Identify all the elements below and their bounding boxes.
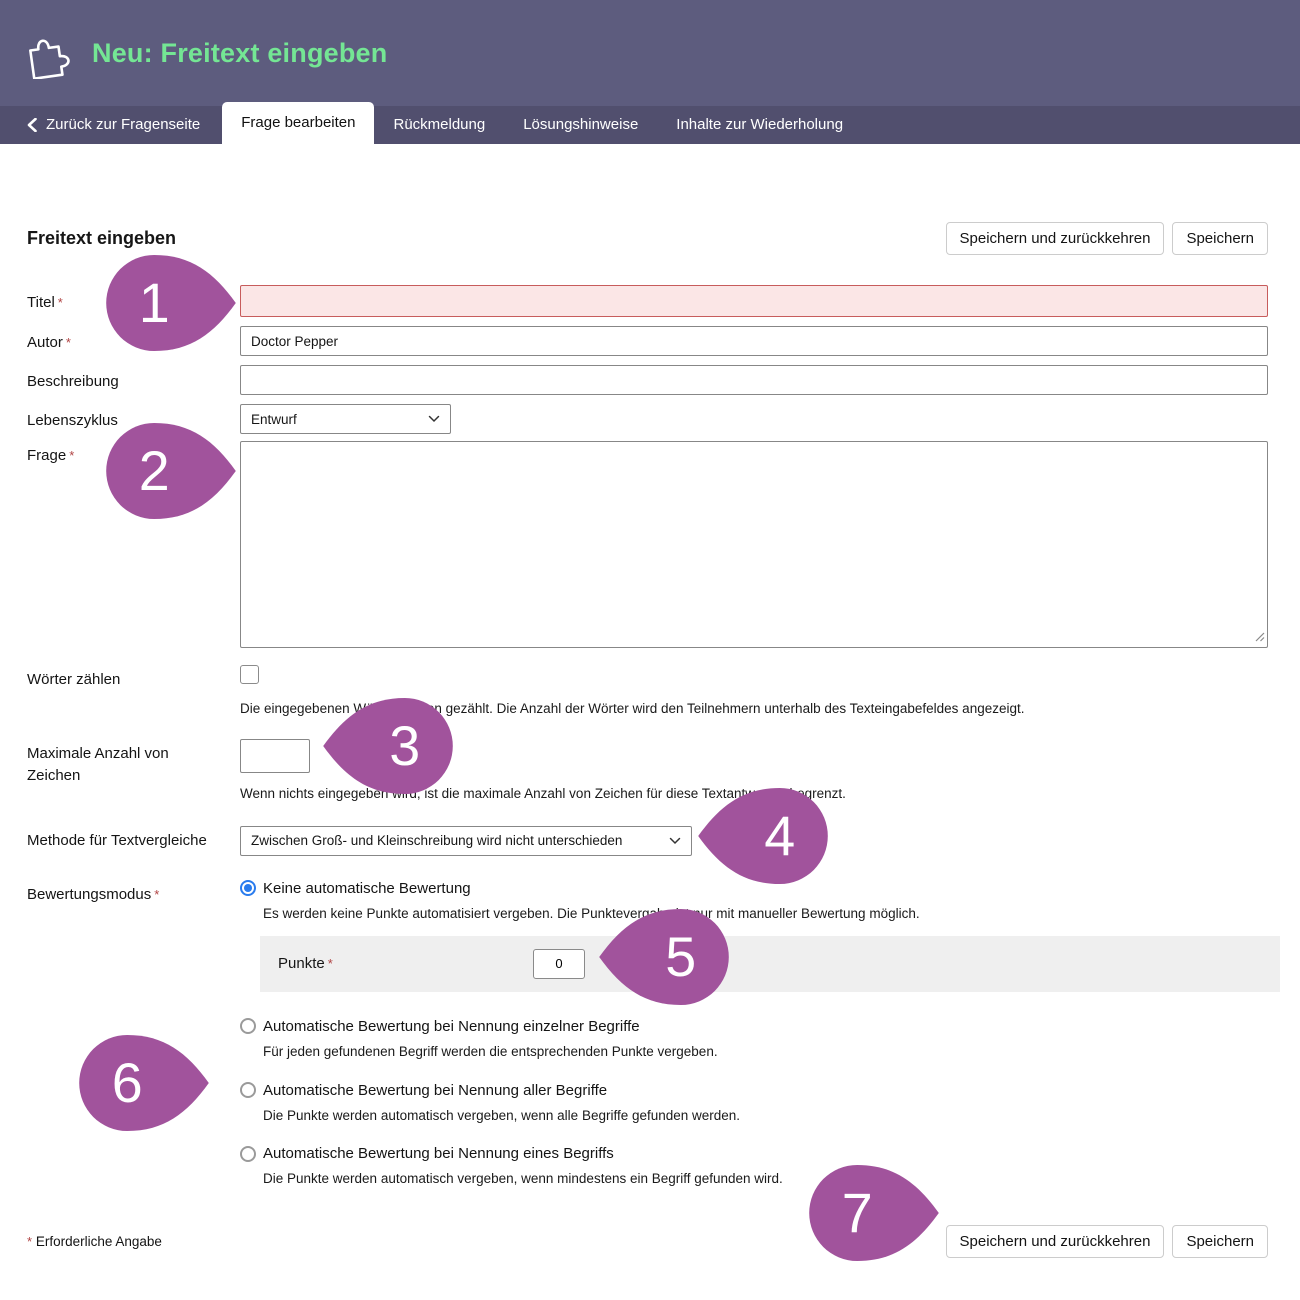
radio-help: Es werden keine Punkte automatisiert ver…: [263, 905, 1268, 924]
methode-selected-value: Zwischen Groß- und Kleinschreibung wird …: [251, 833, 622, 848]
back-link-label: Zurück zur Fragenseite: [46, 106, 200, 144]
puzzle-icon: [22, 27, 74, 79]
page-title: Neu: Freitext eingeben: [92, 38, 387, 69]
frage-label: Frage*: [27, 441, 240, 467]
frage-textarea[interactable]: [240, 441, 1268, 648]
titel-label: Titel*: [27, 288, 240, 314]
beschreibung-input[interactable]: [240, 365, 1268, 395]
radio-help: Die Punkte werden automatisch vergeben, …: [263, 1107, 1268, 1126]
tab-bar: Zurück zur Fragenseite Frage bearbeiten …: [0, 106, 1300, 144]
chevron-down-icon: [428, 415, 440, 423]
resize-handle-icon[interactable]: [1254, 629, 1265, 647]
max-zeichen-label: Maximale Anzahl von Zeichen: [27, 739, 240, 787]
back-to-question-page-link[interactable]: Zurück zur Fragenseite: [27, 106, 222, 144]
woerter-zaehlen-help: Die eingegebenen Wörter werden gezählt. …: [240, 700, 1268, 719]
radio-icon: [240, 1082, 256, 1098]
chevron-left-icon: [27, 118, 37, 132]
main-content: Freitext eingeben Speichern und zurückke…: [0, 222, 1300, 1258]
tab-frage-bearbeiten[interactable]: Frage bearbeiten: [222, 102, 374, 144]
woerter-zaehlen-label: Wörter zählen: [27, 665, 240, 691]
max-zeichen-input[interactable]: [240, 739, 310, 773]
required-asterisk: *: [69, 448, 74, 463]
save-button-bottom[interactable]: Speichern: [1172, 1225, 1268, 1258]
required-asterisk: *: [58, 295, 63, 310]
radio-icon: [240, 880, 256, 896]
required-asterisk: *: [328, 956, 333, 971]
woerter-zaehlen-checkbox[interactable]: [240, 665, 259, 684]
save-and-return-button-bottom[interactable]: Speichern und zurückkehren: [946, 1225, 1165, 1258]
lebenszyklus-selected-value: Entwurf: [251, 412, 297, 427]
punkte-label: Punkte*: [278, 955, 533, 972]
save-and-return-button-top[interactable]: Speichern und zurückkehren: [946, 222, 1165, 255]
methode-select[interactable]: Zwischen Groß- und Kleinschreibung wird …: [240, 826, 692, 856]
radio-bewertung-aller-begriffe[interactable]: Automatische Bewertung bei Nennung aller…: [240, 1082, 1268, 1099]
radio-icon: [240, 1146, 256, 1162]
form-title: Freitext eingeben: [27, 228, 176, 249]
radio-bewertung-eines-begriffs[interactable]: Automatische Bewertung bei Nennung eines…: [240, 1145, 1268, 1162]
max-zeichen-help: Wenn nichts eingegeben wird, ist die max…: [240, 785, 1268, 804]
chevron-down-icon: [669, 837, 681, 845]
tab-rueckmeldung[interactable]: Rückmeldung: [374, 106, 504, 144]
punkte-panel: Punkte*: [260, 936, 1280, 992]
app-header: Neu: Freitext eingeben: [0, 0, 1300, 106]
radio-help: Für jeden gefundenen Begriff werden die …: [263, 1043, 1268, 1062]
lebenszyklus-select[interactable]: Entwurf: [240, 404, 451, 434]
radio-bewertung-einzelner-begriffe[interactable]: Automatische Bewertung bei Nennung einze…: [240, 1018, 1268, 1035]
autor-label: Autor*: [27, 328, 240, 354]
beschreibung-label: Beschreibung: [27, 367, 240, 393]
required-asterisk: *: [66, 335, 71, 350]
radio-help: Die Punkte werden automatisch vergeben, …: [263, 1170, 1268, 1189]
tab-loesungshinweise[interactable]: Lösungshinweise: [504, 106, 657, 144]
lebenszyklus-label: Lebenszyklus: [27, 406, 240, 432]
methode-label: Methode für Textvergleiche: [27, 826, 240, 852]
radio-icon: [240, 1018, 256, 1034]
bewertungsmodus-label: Bewertungsmodus*: [27, 880, 240, 906]
tab-inhalte-zur-wiederholung[interactable]: Inhalte zur Wiederholung: [657, 106, 862, 144]
autor-input[interactable]: [240, 326, 1268, 356]
titel-input[interactable]: [240, 285, 1268, 317]
required-note: * Erforderliche Angabe: [27, 1234, 162, 1249]
punkte-input[interactable]: [533, 949, 585, 979]
radio-keine-automatische-bewertung[interactable]: Keine automatische Bewertung: [240, 880, 1268, 897]
required-asterisk: *: [154, 887, 159, 902]
save-button-top[interactable]: Speichern: [1172, 222, 1268, 255]
